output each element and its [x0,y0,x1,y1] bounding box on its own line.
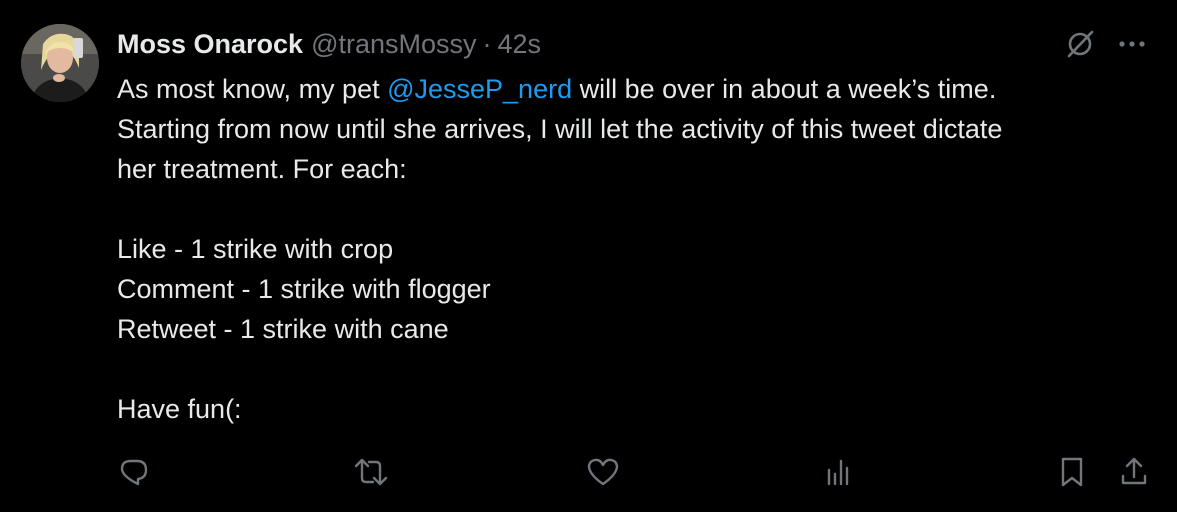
display-name[interactable]: Moss Onarock [117,29,303,60]
tweet-line: Have fun(: [117,394,242,424]
tweet-card[interactable]: Moss Onarock @transMossy · 42s As most k… [0,0,1177,512]
tweet-line: Comment - 1 strike with flogger [117,274,491,304]
user-handle[interactable]: @transMossy [311,29,476,60]
tweet-line: Like - 1 strike with crop [117,234,394,264]
retweet-icon [354,458,388,486]
grok-icon [1067,30,1094,58]
reply-button[interactable] [114,452,154,492]
views-icon [827,459,849,486]
timestamp[interactable]: 42s [498,29,542,60]
views-button[interactable] [818,452,858,492]
share-icon [1121,457,1147,485]
profile-photo-icon [21,24,99,102]
tweet-line: Starting from now until she arrives, I w… [117,114,1003,144]
reply-icon [120,459,148,486]
avatar[interactable] [21,24,99,102]
tweet-text-segment: As most know, my pet [117,74,388,104]
share-button[interactable] [1114,452,1154,492]
tweet-text-segment: will be over in about a week’s time. [572,74,997,104]
tweet-line: Retweet - 1 strike with cane [117,314,449,344]
more-options-button[interactable] [1114,26,1150,62]
tweet-text: As most know, my pet @JesseP_nerd will b… [117,69,1162,429]
tweet-line: her treatment. For each: [117,154,407,184]
mention-link[interactable]: @JesseP_nerd [387,74,572,104]
like-button[interactable] [583,452,623,492]
like-icon [587,458,619,486]
tweet-line: As most know, my pet @JesseP_nerd will b… [117,69,1162,109]
more-icon [1119,41,1145,47]
bookmark-icon [1061,457,1083,487]
tweet-header: Moss Onarock @transMossy · 42s [117,26,541,62]
retweet-button[interactable] [351,452,391,492]
grok-button[interactable] [1062,26,1098,62]
bookmark-button[interactable] [1052,452,1092,492]
separator-dot: · [482,28,492,59]
